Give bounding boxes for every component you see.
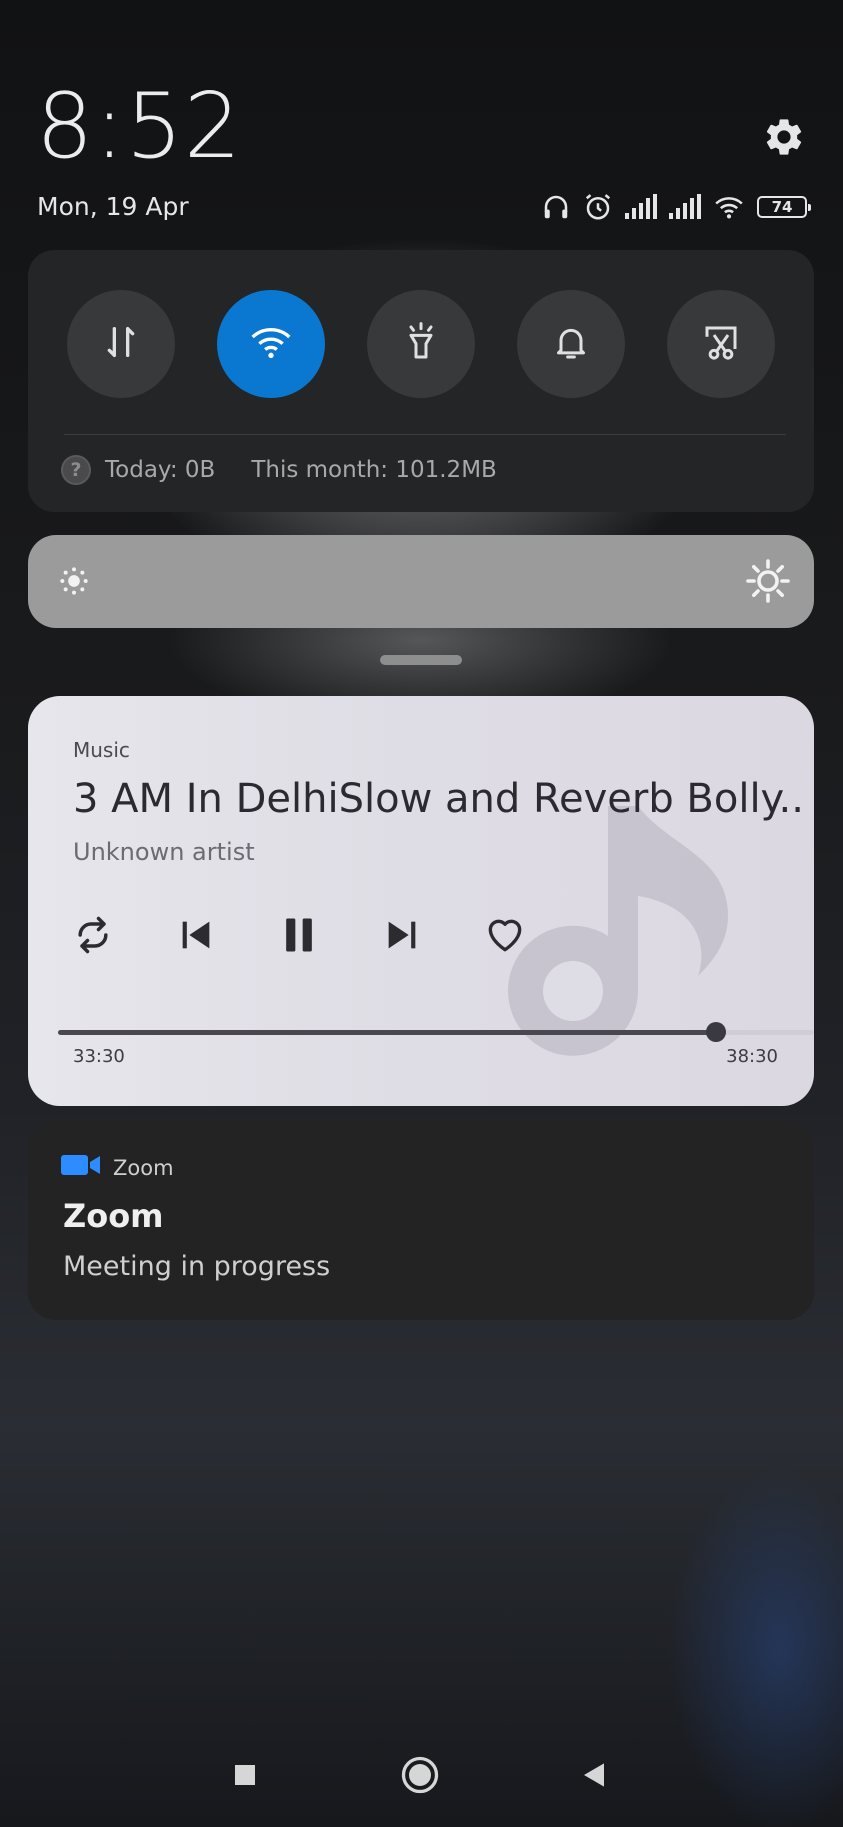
gear-icon[interactable] (762, 115, 806, 159)
sound-toggle[interactable] (517, 290, 625, 398)
screenshot-toggle[interactable] (667, 290, 775, 398)
track-title: 3 AM In DelhiSlow and Reverb Bolly.. (73, 776, 804, 822)
headphones-icon (541, 192, 571, 222)
data-usage-row[interactable]: ? Today: 0B This month: 101.2MB (61, 455, 497, 485)
total-duration: 38:30 (726, 1046, 778, 1067)
wifi-icon (713, 193, 745, 221)
notification-app-name: Zoom (113, 1155, 174, 1180)
pause-icon (277, 913, 321, 961)
skip-next-icon (382, 915, 422, 959)
help-icon: ? (61, 455, 91, 485)
progress-thumb[interactable] (705, 1022, 726, 1042)
mobile-data-toggle[interactable] (67, 290, 175, 398)
wifi-icon (248, 322, 294, 366)
progress-fill (58, 1030, 716, 1035)
brightness-slider[interactable] (28, 535, 814, 628)
alarm-icon (583, 192, 613, 222)
clock-time: 8:52 (36, 74, 243, 179)
divider (64, 434, 786, 435)
video-camera-icon (61, 1153, 101, 1182)
battery-indicator: 74 (757, 196, 811, 218)
brightness-high-icon (744, 557, 792, 609)
pause-button[interactable] (273, 911, 325, 963)
home-button[interactable] (398, 1755, 442, 1799)
square-icon (225, 1755, 265, 1799)
data-today: Today: 0B (105, 457, 216, 483)
skip-previous-icon (176, 915, 216, 959)
status-bar-icons: 74 (541, 190, 811, 224)
favorite-button[interactable] (479, 911, 531, 963)
music-note-icon (498, 796, 758, 1106)
flashlight-icon (401, 322, 441, 366)
previous-button[interactable] (170, 911, 222, 963)
heart-icon (483, 913, 527, 961)
triangle-back-icon (574, 1755, 614, 1799)
data-month: This month: 101.2MB (251, 457, 497, 483)
bell-icon (551, 322, 591, 366)
signal-icon (625, 194, 657, 220)
notification-message: Meeting in progress (63, 1251, 331, 1282)
back-button[interactable] (574, 1755, 614, 1799)
panel-drag-handle[interactable] (380, 655, 462, 665)
wifi-toggle[interactable] (217, 290, 325, 398)
music-player-card[interactable]: Music 3 AM In DelhiSlow and Reverb Bolly… (28, 696, 814, 1106)
signal-icon (669, 194, 701, 220)
notification-title: Zoom (63, 1197, 164, 1235)
date-label: Mon, 19 Apr (37, 192, 189, 221)
quick-settings-panel: ? Today: 0B This month: 101.2MB (28, 250, 814, 512)
circle-icon (398, 1753, 442, 1801)
progress-bar[interactable] (58, 1022, 814, 1042)
notification-header: Zoom (61, 1153, 174, 1182)
flashlight-toggle[interactable] (367, 290, 475, 398)
music-app-name: Music (73, 738, 130, 762)
zoom-notification[interactable]: Zoom Zoom Meeting in progress (28, 1121, 814, 1320)
scissors-screenshot-icon (700, 321, 742, 367)
elapsed-time: 33:30 (73, 1046, 125, 1067)
brightness-low-icon (54, 561, 94, 605)
track-artist: Unknown artist (73, 838, 255, 866)
next-button[interactable] (376, 911, 428, 963)
data-transfer-icon (101, 322, 141, 366)
recents-button[interactable] (225, 1755, 265, 1799)
repeat-button[interactable] (67, 911, 119, 963)
repeat-icon (71, 913, 115, 961)
